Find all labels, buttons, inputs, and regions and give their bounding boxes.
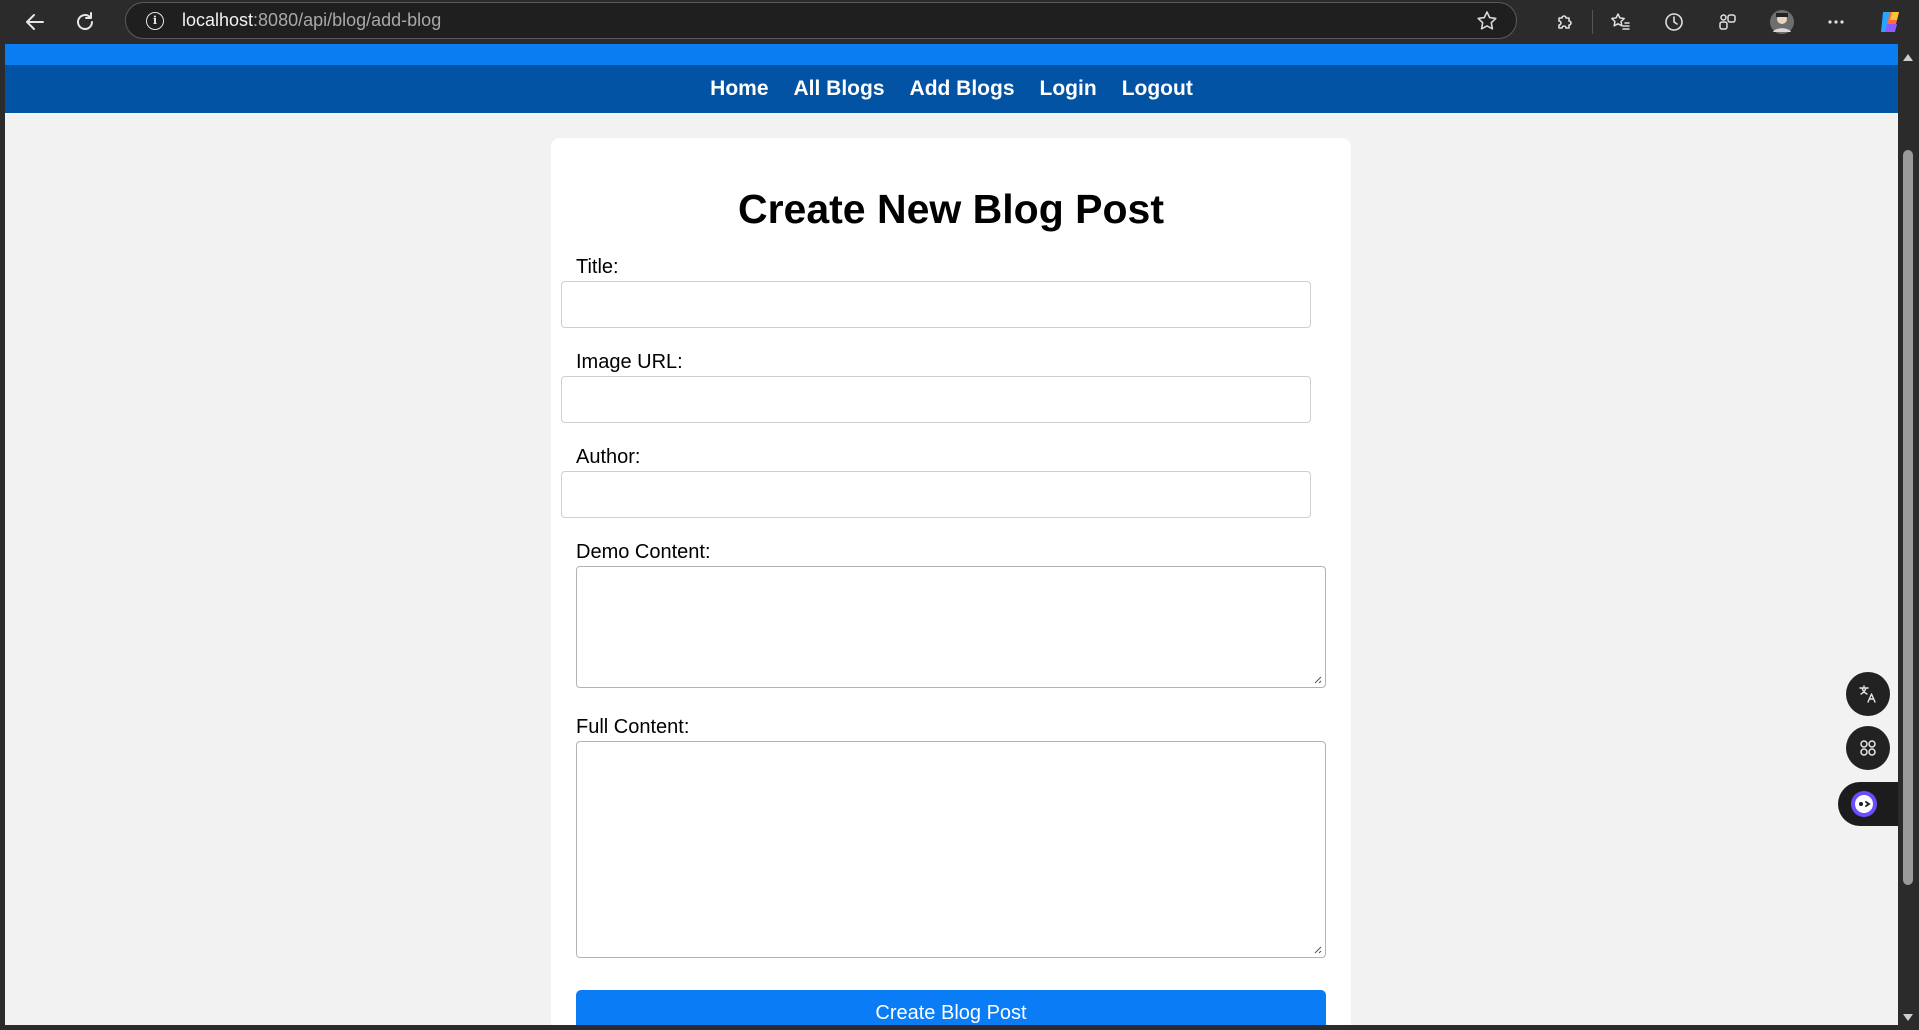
assistant-icon (1851, 791, 1877, 817)
url-path: :8080/api/blog/add-blog (253, 10, 442, 30)
assistant-button[interactable] (1838, 782, 1898, 826)
nav-add-blogs[interactable]: Add Blogs (910, 77, 1015, 101)
avatar (1770, 10, 1794, 34)
image-url-input[interactable] (561, 376, 1311, 423)
ellipsis-icon (1828, 20, 1844, 24)
scroll-down-arrow[interactable] (1903, 1014, 1913, 1021)
nav-home[interactable]: Home (710, 77, 768, 101)
nav-logout[interactable]: Logout (1122, 77, 1193, 101)
reload-icon (77, 12, 93, 30)
workspaces-button[interactable] (1701, 0, 1755, 44)
window-bottom-edge (0, 1025, 1919, 1030)
copilot-button[interactable] (1863, 0, 1919, 44)
demo-content-textarea[interactable] (576, 566, 1326, 688)
scroll-up-arrow[interactable] (1903, 54, 1913, 61)
favorites-button[interactable] (1593, 0, 1647, 44)
grid-icon (1860, 740, 1876, 756)
arrow-left-icon (26, 14, 44, 30)
star-icon (1477, 11, 1497, 30)
toolbar-tools (1538, 0, 1919, 44)
workspaces-icon (1719, 14, 1736, 30)
copilot-icon (1881, 12, 1899, 32)
back-button[interactable] (15, 2, 55, 42)
profile-button[interactable] (1755, 0, 1809, 44)
title-input[interactable] (561, 281, 1311, 328)
translate-icon (1859, 685, 1876, 703)
apps-button[interactable] (1846, 726, 1890, 770)
more-button[interactable] (1809, 0, 1863, 44)
extensions-button[interactable] (1538, 0, 1592, 44)
history-icon (1665, 13, 1683, 31)
full-content-label: Full Content: (576, 716, 690, 738)
author-input[interactable] (561, 471, 1311, 518)
image-url-label: Image URL: (576, 351, 683, 373)
browser-toolbar: i localhost:8080/api/blog/add-blog (0, 0, 1919, 44)
favorite-button[interactable] (1476, 10, 1498, 37)
nav-login[interactable]: Login (1040, 77, 1097, 101)
resize-grip-icon[interactable] (1313, 675, 1322, 684)
history-button[interactable] (1647, 0, 1701, 44)
puzzle-icon (1558, 15, 1572, 29)
page-scrollbar[interactable] (1898, 44, 1919, 1025)
title-label: Title: (576, 256, 619, 278)
author-label: Author: (576, 446, 641, 468)
header-accent-strip (5, 44, 1898, 65)
create-blog-form: Create New Blog Post Title: Image URL: A… (551, 138, 1351, 1025)
info-icon[interactable]: i (146, 11, 164, 30)
url-text[interactable]: localhost:8080/api/blog/add-blog (182, 10, 441, 31)
favorites-list-icon (1611, 13, 1630, 30)
nav-all-blogs[interactable]: All Blogs (794, 77, 885, 101)
demo-content-label: Demo Content: (576, 541, 711, 563)
translate-button[interactable] (1846, 672, 1890, 716)
main-navbar: Home All Blogs Add Blogs Login Logout (5, 65, 1898, 113)
address-bar[interactable]: i localhost:8080/api/blog/add-blog (125, 2, 1517, 39)
url-host: localhost (182, 10, 254, 30)
create-blog-post-button[interactable]: Create Blog Post (576, 990, 1326, 1025)
scrollbar-thumb[interactable] (1903, 150, 1913, 885)
page-viewport: Home All Blogs Add Blogs Login Logout Cr… (5, 44, 1898, 1025)
page-title: Create New Blog Post (737, 186, 1165, 232)
reload-button[interactable] (65, 2, 105, 42)
resize-grip-icon[interactable] (1313, 945, 1322, 954)
full-content-textarea[interactable] (576, 741, 1326, 958)
